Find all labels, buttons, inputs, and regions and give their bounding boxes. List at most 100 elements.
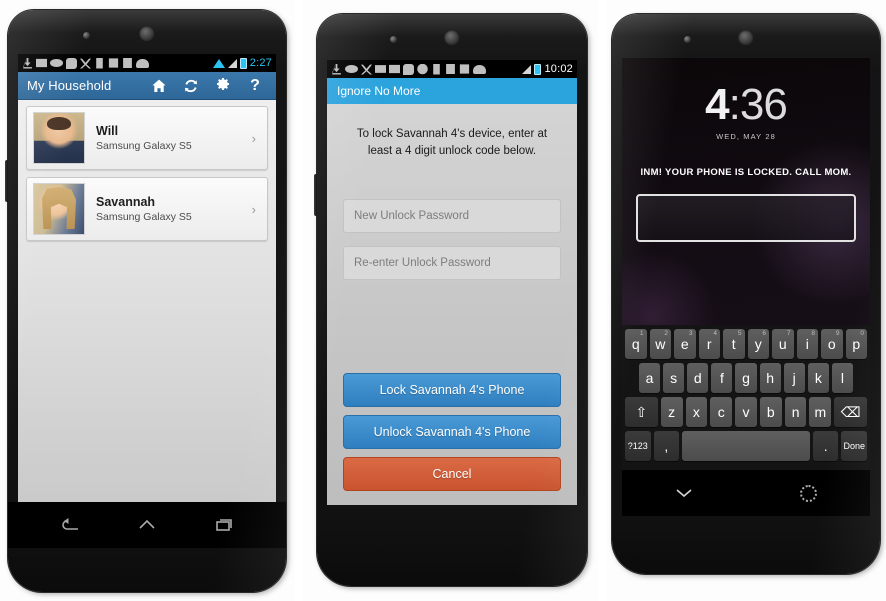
key-k[interactable]: k: [807, 363, 829, 393]
key-f[interactable]: f: [711, 363, 733, 393]
home-icon[interactable]: [151, 78, 167, 94]
status-bar-1: 2:27: [18, 54, 276, 72]
android-icon: [136, 58, 149, 68]
settings-gear-icon[interactable]: [215, 77, 231, 94]
panel-divider: [598, 0, 606, 601]
key-m[interactable]: m: [809, 397, 832, 427]
key-r[interactable]: 4r: [698, 329, 720, 359]
done-key[interactable]: Done: [841, 431, 868, 461]
symbols-key[interactable]: ?123: [624, 431, 651, 461]
key-hint: 7: [786, 330, 791, 337]
key-hint: 9: [835, 330, 840, 337]
lockscreen-date: WED, MAY 28: [716, 132, 776, 141]
cancel-label: Cancel: [432, 467, 472, 481]
status-system-icons: 10:02: [522, 63, 573, 75]
earpiece-speaker-icon: [139, 26, 155, 42]
reenter-password-input[interactable]: Re-enter Unlock Password: [343, 246, 561, 281]
panel-household-list: 2:27 My Household ? Will Samsung Galaxy …: [0, 0, 295, 601]
key-o[interactable]: 9o: [821, 329, 843, 359]
key-j[interactable]: j: [783, 363, 805, 393]
unlock-code-input[interactable]: [636, 194, 856, 242]
android-keyboard: 1q 2w 3e 4r 5t 6y 7u 8i 9o 0p a s d f g …: [622, 325, 870, 470]
key-e[interactable]: 3e: [674, 329, 696, 359]
chat-icon: [66, 57, 77, 69]
key-u[interactable]: 7u: [772, 329, 794, 359]
dialog-bottom-pad: [343, 499, 561, 505]
chevron-right-icon: ›: [251, 130, 256, 146]
member-name: Will: [96, 124, 119, 138]
app-action-bar: My Household ?: [18, 72, 276, 100]
key-s[interactable]: s: [663, 363, 685, 393]
lock-phone-button[interactable]: Lock Savannah 4's Phone: [343, 373, 561, 407]
cancel-button[interactable]: Cancel: [343, 457, 561, 491]
key-label: w: [655, 336, 666, 352]
hide-keyboard-icon[interactable]: [622, 486, 746, 500]
key-b[interactable]: b: [759, 397, 782, 427]
unlock-phone-button[interactable]: Unlock Savannah 4's Phone: [343, 415, 561, 449]
space-key[interactable]: [682, 431, 810, 461]
key-i[interactable]: 8i: [796, 329, 818, 359]
status-bar-2: 10:02: [327, 60, 577, 78]
photo-icon: [375, 65, 386, 73]
phone-device-1: 2:27 My Household ? Will Samsung Galaxy …: [5, 10, 286, 592]
missed-call-icon: [361, 64, 372, 75]
member-device: Samsung Galaxy S5: [96, 211, 192, 223]
home-nav-icon[interactable]: [136, 516, 158, 534]
front-camera-icon: [389, 36, 397, 43]
lock-screen: 4:36 WED, MAY 28 INM! YOUR PHONE IS LOCK…: [622, 58, 870, 516]
key-w[interactable]: 2w: [649, 329, 671, 359]
key-t[interactable]: 5t: [723, 329, 745, 359]
key-z[interactable]: z: [660, 397, 683, 427]
key-hint: 4: [713, 330, 717, 337]
key-label: t: [731, 336, 736, 352]
key-q[interactable]: 1q: [625, 329, 647, 359]
home-dots-icon[interactable]: [746, 484, 870, 502]
refresh-icon[interactable]: [183, 78, 199, 94]
panel-lock-dialog: 10:02 Ignore No More To lock Savannah 4'…: [303, 0, 598, 601]
key-a[interactable]: a: [639, 363, 661, 393]
volume-button[interactable]: [314, 174, 317, 216]
volume-button[interactable]: [5, 160, 8, 202]
key-d[interactable]: d: [687, 363, 709, 393]
key-y[interactable]: 6y: [747, 329, 769, 359]
new-password-input[interactable]: New Unlock Password: [343, 199, 561, 234]
checklist-icon: [108, 58, 119, 68]
keyboard-row-3: ⇧ z x c v b n m ⌫: [625, 397, 867, 427]
key-label: i: [805, 336, 809, 352]
comma-key[interactable]: ,: [653, 431, 680, 461]
key-v[interactable]: v: [735, 397, 757, 427]
help-icon[interactable]: ?: [247, 77, 263, 94]
unknown-icon: [417, 63, 428, 75]
key-l[interactable]: l: [831, 363, 853, 393]
battery-icon: [534, 63, 542, 75]
back-nav-icon[interactable]: [59, 516, 81, 534]
key-c[interactable]: c: [710, 397, 733, 427]
checklist-icon: [459, 64, 470, 74]
app-title: My Household: [27, 78, 112, 93]
phone-device-3: 4:36 WED, MAY 28 INM! YOUR PHONE IS LOCK…: [612, 14, 880, 574]
key-p[interactable]: 0p: [845, 329, 867, 359]
status-clock-1: 2:27: [249, 57, 272, 69]
key-hint: 8: [811, 330, 815, 337]
list-item[interactable]: Savannah Samsung Galaxy S5 ›: [26, 177, 268, 241]
front-camera-icon: [83, 32, 91, 39]
key-label: y: [754, 336, 762, 352]
voicemail-icon: [50, 59, 63, 67]
backspace-key-icon[interactable]: ⌫: [834, 397, 867, 427]
key-x[interactable]: x: [685, 397, 708, 427]
list-item[interactable]: Will Samsung Galaxy S5 ›: [26, 106, 268, 170]
download-icon: [332, 63, 341, 75]
chat-icon: [403, 63, 414, 75]
download-icon: [23, 57, 32, 69]
recents-nav-icon[interactable]: [213, 516, 235, 534]
mail-icon: [36, 58, 47, 68]
key-h[interactable]: h: [759, 363, 781, 393]
avatar: [33, 183, 85, 235]
period-key[interactable]: .: [812, 431, 839, 461]
key-n[interactable]: n: [784, 397, 807, 427]
key-label: u: [778, 336, 787, 352]
key-g[interactable]: g: [735, 363, 757, 393]
android-nav-bar-3: [622, 470, 870, 516]
shift-key-icon[interactable]: ⇧: [625, 397, 658, 427]
key-label: r: [706, 336, 712, 352]
